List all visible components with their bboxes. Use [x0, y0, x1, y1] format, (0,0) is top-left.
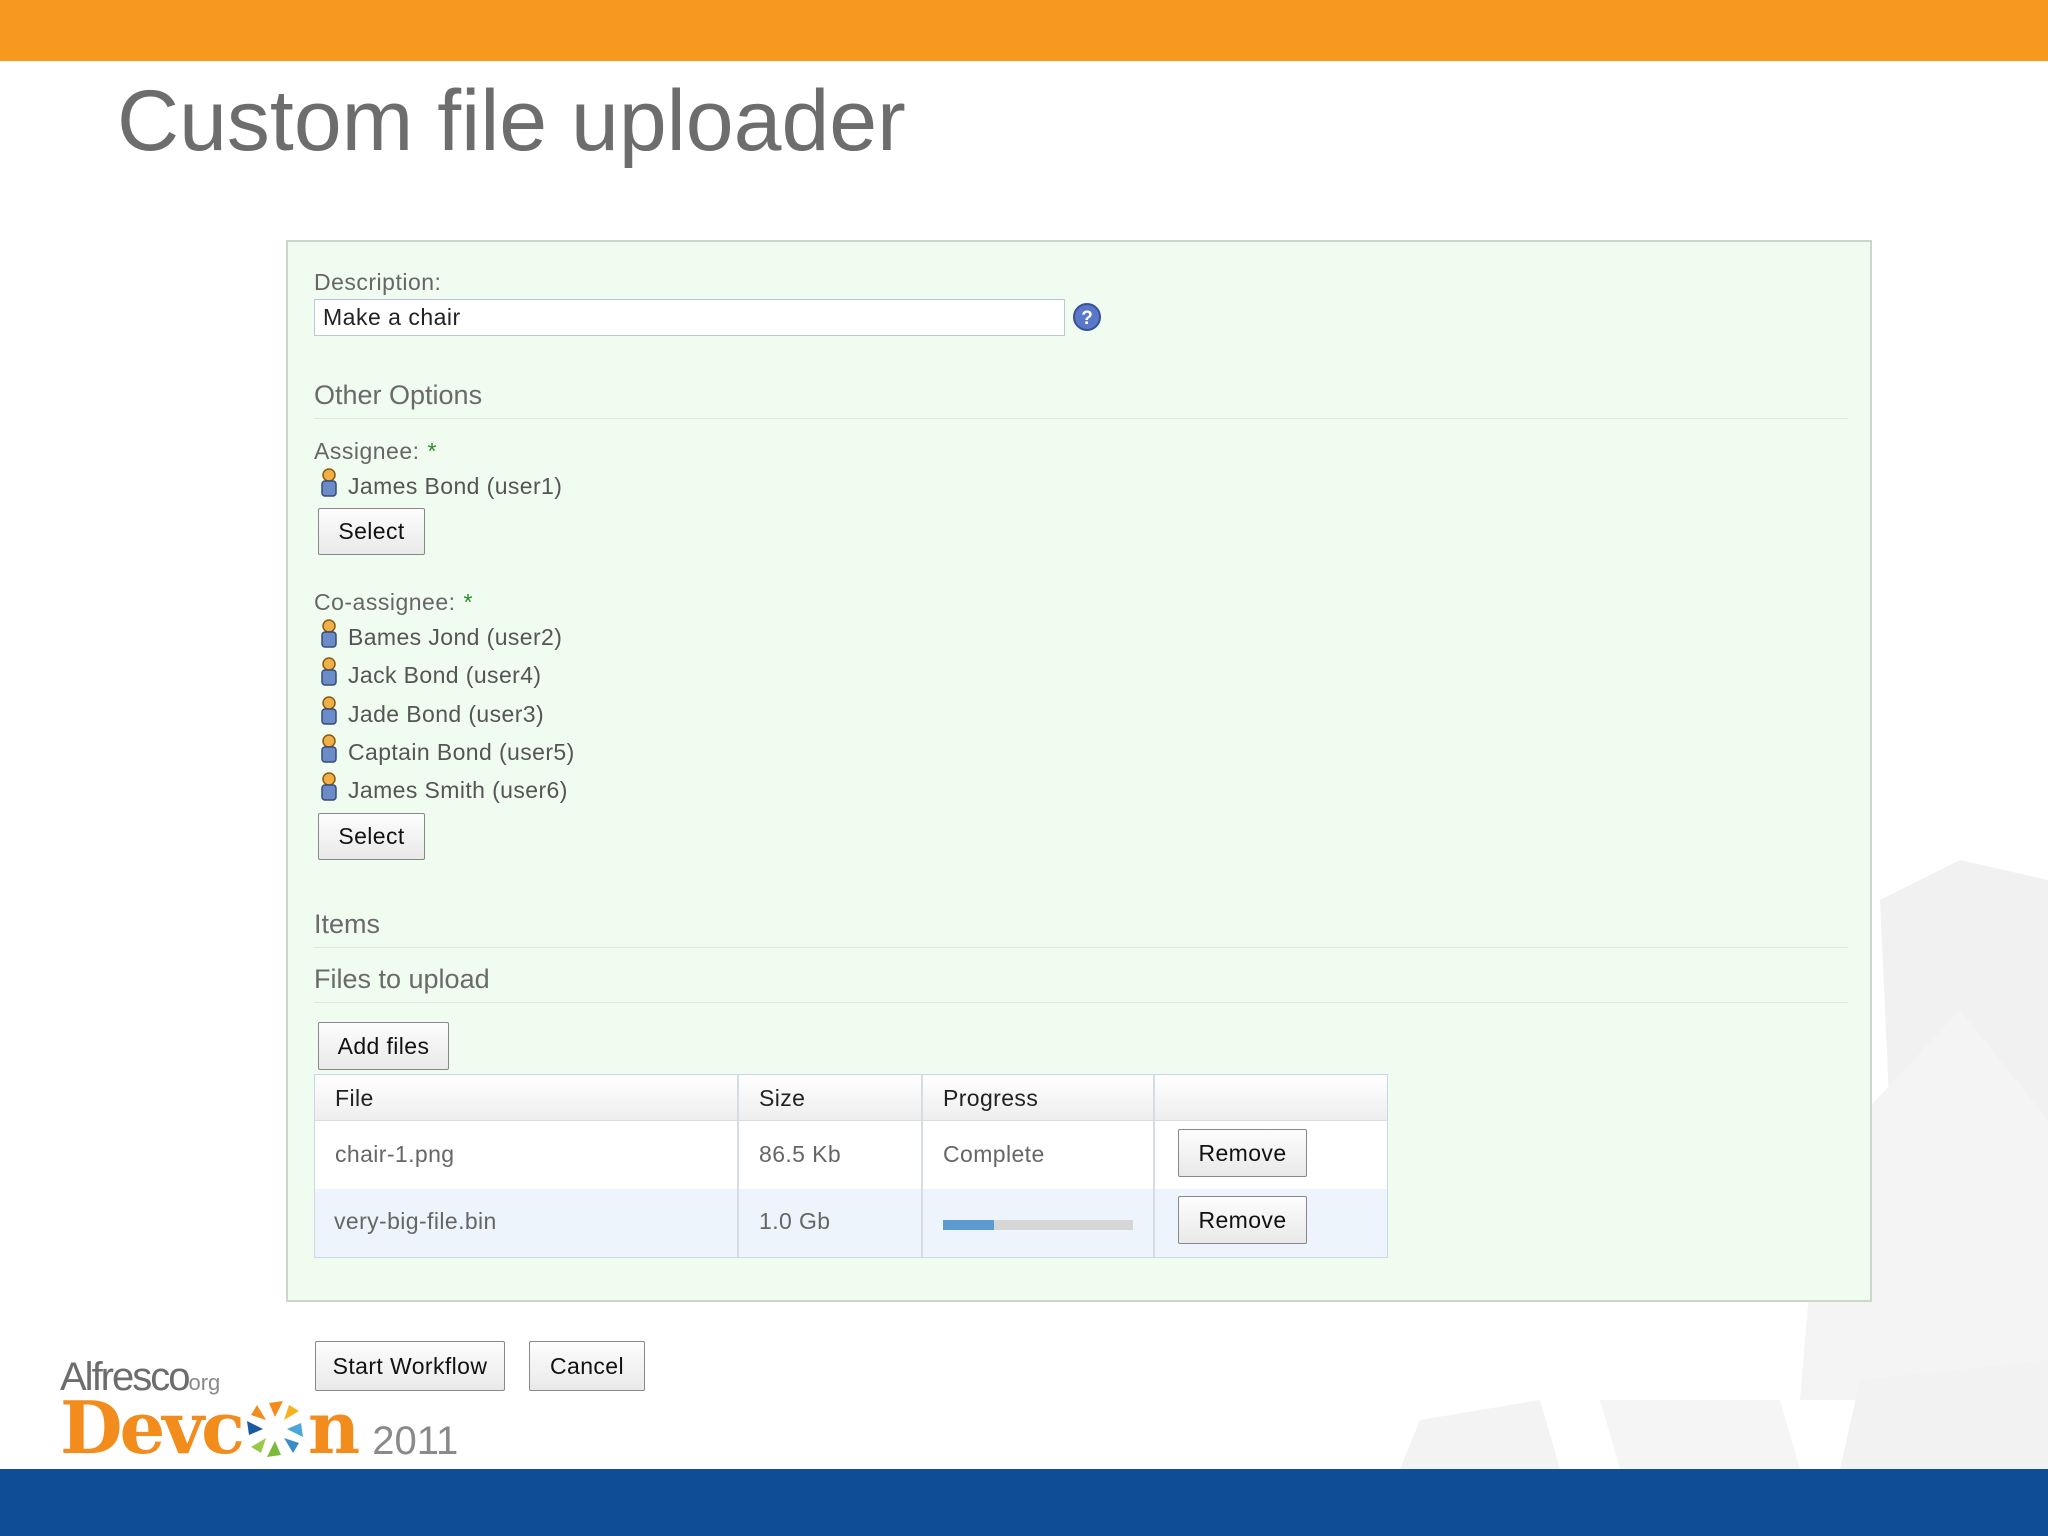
section-divider — [314, 947, 1848, 948]
column-divider — [737, 1075, 739, 1257]
file-name-cell: very-big-file.bin — [334, 1208, 497, 1234]
co-assignee-name: Captain Bond (user5) — [348, 739, 575, 765]
items-heading: Items — [314, 909, 381, 939]
assignee-label: Assignee: * — [314, 438, 437, 465]
co-assignee-select-button[interactable]: Select — [318, 813, 425, 860]
co-assignee-name: James Smith (user6) — [348, 777, 568, 803]
slide-title: Custom file uploader — [117, 73, 906, 169]
question-circle-icon[interactable]: ? — [1072, 302, 1102, 332]
co-assignee-name: Jade Bond (user3) — [348, 701, 545, 727]
section-divider — [314, 1002, 1848, 1003]
flower-logo-icon — [246, 1401, 303, 1457]
devcon-text-end: n — [307, 1385, 361, 1470]
assignee-label-text: Assignee: — [314, 438, 420, 464]
upload-progress-bar — [943, 1220, 1133, 1230]
devcon-text-start: Devc — [60, 1385, 245, 1470]
other-options-heading: Other Options — [314, 380, 483, 410]
assignee-select-button[interactable]: Select — [318, 508, 425, 555]
assignee-name: James Bond (user1) — [348, 473, 563, 499]
column-header-actions — [1155, 1075, 1387, 1121]
files-to-upload-heading: Files to upload — [314, 964, 490, 994]
section-divider — [314, 418, 1848, 419]
start-workflow-button[interactable]: Start Workflow — [315, 1341, 505, 1391]
user-icon — [321, 734, 337, 763]
user-icon — [321, 696, 337, 725]
devcon-wordmark: Devc n 2011 — [60, 1392, 580, 1464]
co-assignee-item: Bames Jond (user2) — [318, 619, 562, 651]
svg-text:?: ? — [1081, 308, 1093, 329]
required-marker: * — [427, 438, 437, 464]
description-input[interactable] — [314, 299, 1065, 336]
co-assignee-item: Jack Bond (user4) — [318, 657, 541, 689]
co-assignee-label-text: Co-assignee: — [314, 589, 456, 615]
user-icon — [321, 468, 337, 497]
add-files-button[interactable]: Add files — [318, 1022, 449, 1070]
files-table: File Size Progress chair-1.png 86.5 Kb C… — [314, 1074, 1388, 1258]
workflow-form: Description: ? Other Options Assignee:* … — [286, 240, 1872, 1302]
remove-button[interactable]: Remove — [1178, 1196, 1307, 1244]
co-assignee-item: Captain Bond (user5) — [318, 734, 575, 766]
co-assignee-label: Co-assignee: * — [314, 589, 473, 616]
user-icon — [321, 619, 337, 648]
co-assignee-name: Jack Bond (user4) — [348, 662, 542, 688]
cancel-button[interactable]: Cancel — [529, 1341, 645, 1391]
upload-progress-fill — [943, 1220, 995, 1230]
progress-status: Complete — [943, 1141, 1045, 1167]
file-size-cell: 1.0 Gb — [759, 1208, 831, 1234]
user-icon — [321, 657, 337, 686]
bottom-accent-bar — [0, 1469, 2048, 1536]
user-icon — [321, 772, 337, 801]
co-assignee-item: Jade Bond (user3) — [318, 696, 544, 728]
top-accent-bar — [0, 0, 2048, 61]
column-header-progress: Progress — [923, 1075, 1155, 1121]
co-assignee-item: James Smith (user6) — [318, 772, 568, 804]
file-size-cell: 86.5 Kb — [759, 1141, 842, 1167]
file-name-cell: chair-1.png — [335, 1141, 455, 1167]
co-assignee-name: Bames Jond (user2) — [348, 624, 563, 650]
assignee-item: James Bond (user1) — [318, 468, 562, 500]
column-header-file: File — [315, 1075, 739, 1121]
column-divider — [1153, 1075, 1155, 1257]
description-label: Description: — [314, 269, 442, 295]
remove-button[interactable]: Remove — [1178, 1129, 1307, 1177]
devcon-year: 2011 — [372, 1419, 459, 1463]
column-header-size: Size — [739, 1075, 923, 1121]
column-divider — [921, 1075, 923, 1257]
required-marker: * — [463, 589, 473, 615]
